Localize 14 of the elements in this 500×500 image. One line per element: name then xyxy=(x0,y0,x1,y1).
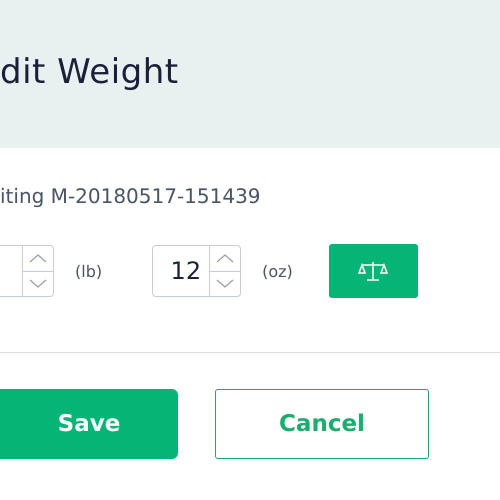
dialog-title: dit Weight xyxy=(0,52,179,92)
number-field[interactable]: 12 xyxy=(152,245,242,297)
chevron-up-icon[interactable] xyxy=(216,254,234,263)
chevron-up-icon[interactable] xyxy=(29,254,47,263)
subtitle: iting M-20180517-151439 xyxy=(0,184,262,208)
chevron-down-icon[interactable] xyxy=(216,279,234,288)
unit-label: (lb) xyxy=(75,262,102,280)
save-button[interactable]: Save xyxy=(0,389,178,459)
number-field[interactable] xyxy=(0,245,54,297)
unit-label: (oz) xyxy=(262,262,293,280)
cancel-button[interactable]: Cancel xyxy=(215,389,429,459)
scale-button[interactable] xyxy=(328,244,418,298)
chevron-down-icon[interactable] xyxy=(29,279,47,288)
scale-icon xyxy=(358,260,388,282)
